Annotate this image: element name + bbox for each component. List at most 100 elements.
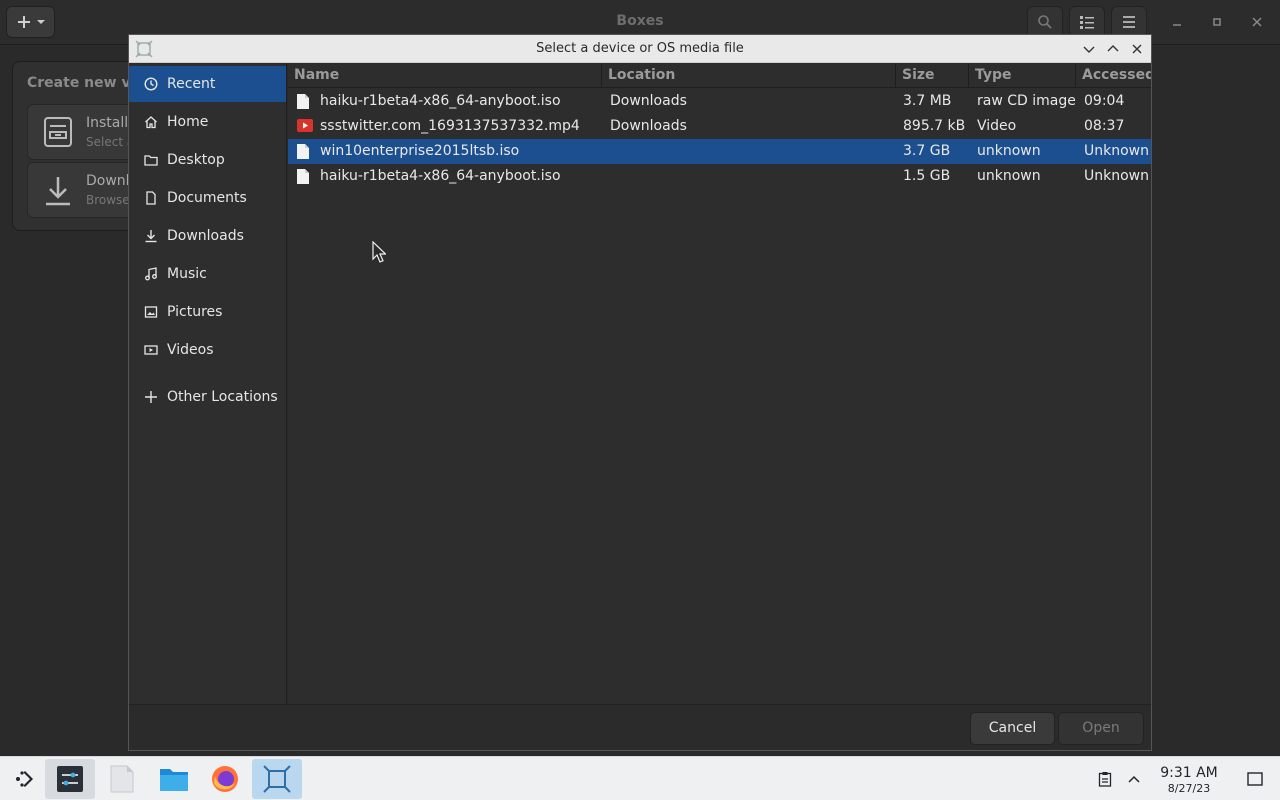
maximize-window-button[interactable]	[1205, 10, 1229, 34]
sidebar-item-label: Desktop	[167, 152, 225, 168]
file-size: 3.7 GB	[903, 143, 951, 159]
boxes-app-icon	[263, 765, 291, 793]
install-item-title: Install	[86, 115, 129, 131]
file-icon	[297, 169, 309, 184]
pictures-icon	[143, 304, 159, 320]
file-name: haiku-r1beta4-x86_64-anyboot.iso	[320, 168, 561, 184]
dialog-footer: Cancel Open	[129, 704, 1151, 750]
sidebar-item-videos[interactable]: Videos	[129, 332, 286, 368]
chevron-up-icon	[1107, 43, 1119, 55]
file-name: haiku-r1beta4-x86_64-anyboot.iso	[320, 93, 561, 109]
sidebar-item-downloads[interactable]: Downloads	[129, 218, 286, 254]
open-button[interactable]: Open	[1058, 712, 1144, 745]
file-row[interactable]: haiku-r1beta4-x86_64-anyboot.iso Downloa…	[288, 89, 1151, 114]
file-accessed: Unknown	[1084, 143, 1149, 159]
search-icon	[1037, 14, 1053, 30]
install-item-subtitle: Select a	[86, 135, 135, 149]
clock-icon	[143, 76, 159, 92]
sidebar-item-label: Recent	[167, 76, 216, 92]
file-chooser-dialog: Select a device or OS media file Recent …	[128, 34, 1152, 751]
file-name: win10enterprise2015ltsb.iso	[320, 143, 520, 159]
file-size: 895.7 kB	[903, 118, 966, 134]
dialog-minimize-button[interactable]	[1079, 39, 1099, 59]
clipboard-tray[interactable]	[1093, 759, 1117, 799]
sidebar-item-label: Pictures	[167, 304, 223, 320]
taskbar: 9:31 AM 8/27/23	[0, 756, 1280, 800]
column-header-name[interactable]: Name	[288, 64, 602, 88]
close-window-button[interactable]	[1245, 10, 1269, 34]
taskbar-firefox[interactable]	[200, 759, 250, 799]
minimize-window-button[interactable]	[1165, 10, 1189, 34]
file-icon	[297, 144, 309, 159]
sidebar-item-music[interactable]: Music	[129, 256, 286, 292]
file-location: Downloads	[610, 93, 687, 109]
file-icon	[297, 94, 309, 109]
video-file-icon	[297, 119, 313, 132]
cancel-button[interactable]: Cancel	[970, 712, 1055, 745]
download-icon	[44, 175, 72, 207]
column-header-row: Name Location Size Type Accessed	[288, 64, 1151, 88]
file-type: unknown	[977, 143, 1041, 159]
file-row[interactable]: ssstwitter.com_1693137537332.mp4 Downloa…	[288, 114, 1151, 139]
show-desktop-button[interactable]	[1240, 759, 1270, 799]
places-sidebar: Recent Home Desktop Documents Downloads …	[129, 64, 287, 704]
sidebar-item-label: Music	[167, 266, 207, 282]
dialog-titlebar[interactable]: Select a device or OS media file	[129, 35, 1151, 63]
minimize-icon	[1172, 17, 1182, 27]
sidebar-item-other-locations[interactable]: Other Locations	[129, 379, 286, 415]
column-header-size[interactable]: Size	[896, 64, 969, 88]
dialog-close-button[interactable]	[1127, 39, 1147, 59]
file-location	[610, 164, 890, 189]
home-icon	[143, 114, 159, 130]
maximize-icon	[1212, 17, 1222, 27]
document-icon	[143, 190, 159, 206]
sidebar-item-home[interactable]: Home	[129, 104, 286, 140]
download-item-subtitle: Browse	[86, 193, 130, 207]
taskbar-files-app[interactable]	[97, 759, 147, 799]
download-icon	[143, 228, 159, 244]
tray-expand-button[interactable]	[1122, 759, 1146, 799]
sidebar-item-label: Videos	[167, 342, 214, 358]
sidebar-item-pictures[interactable]: Pictures	[129, 294, 286, 330]
sidebar-item-label: Documents	[167, 190, 247, 206]
dialog-maximize-button[interactable]	[1103, 39, 1123, 59]
column-header-accessed[interactable]: Accessed	[1076, 64, 1151, 88]
column-header-type[interactable]: Type	[969, 64, 1076, 88]
taskbar-boxes[interactable]	[252, 759, 302, 799]
launcher-icon	[13, 767, 37, 791]
video-icon	[143, 342, 159, 358]
file-size: 3.7 MB	[903, 93, 952, 109]
column-header-location[interactable]: Location	[602, 64, 896, 88]
sidebar-item-label: Downloads	[167, 228, 244, 244]
clock-time[interactable]: 9:31 AM	[1150, 765, 1228, 781]
list-view-icon	[1079, 14, 1095, 30]
music-icon	[143, 266, 159, 282]
sidebar-item-documents[interactable]: Documents	[129, 180, 286, 216]
chevron-down-icon	[1083, 43, 1095, 55]
file-location	[610, 139, 890, 164]
mouse-cursor-icon	[372, 241, 386, 263]
archive-icon	[44, 117, 72, 147]
file-type: unknown	[977, 168, 1041, 184]
folder-icon	[159, 766, 189, 792]
show-desktop-icon	[1247, 772, 1263, 786]
file-size: 1.5 GB	[903, 168, 951, 184]
sidebar-item-label: Home	[167, 114, 209, 130]
clock-date[interactable]: 8/27/23	[1150, 782, 1228, 795]
file-type: raw CD image	[977, 93, 1075, 109]
sidebar-item-recent[interactable]: Recent	[129, 66, 286, 102]
hamburger-icon	[1121, 14, 1137, 30]
file-location: Downloads	[610, 118, 687, 134]
taskbar-file-manager[interactable]	[149, 759, 199, 799]
file-row-selected[interactable]: win10enterprise2015ltsb.iso 3.7 GB unkno…	[288, 139, 1151, 164]
application-launcher[interactable]	[0, 759, 50, 799]
close-icon	[1252, 17, 1262, 27]
firefox-icon	[210, 764, 240, 794]
settings-app-icon	[56, 765, 84, 793]
file-app-icon	[110, 765, 134, 793]
close-icon	[1131, 43, 1143, 55]
sidebar-item-desktop[interactable]: Desktop	[129, 142, 286, 178]
taskbar-system-settings[interactable]	[45, 759, 95, 799]
file-row[interactable]: haiku-r1beta4-x86_64-anyboot.iso 1.5 GB …	[288, 164, 1151, 189]
dialog-title: Select a device or OS media file	[536, 41, 744, 56]
